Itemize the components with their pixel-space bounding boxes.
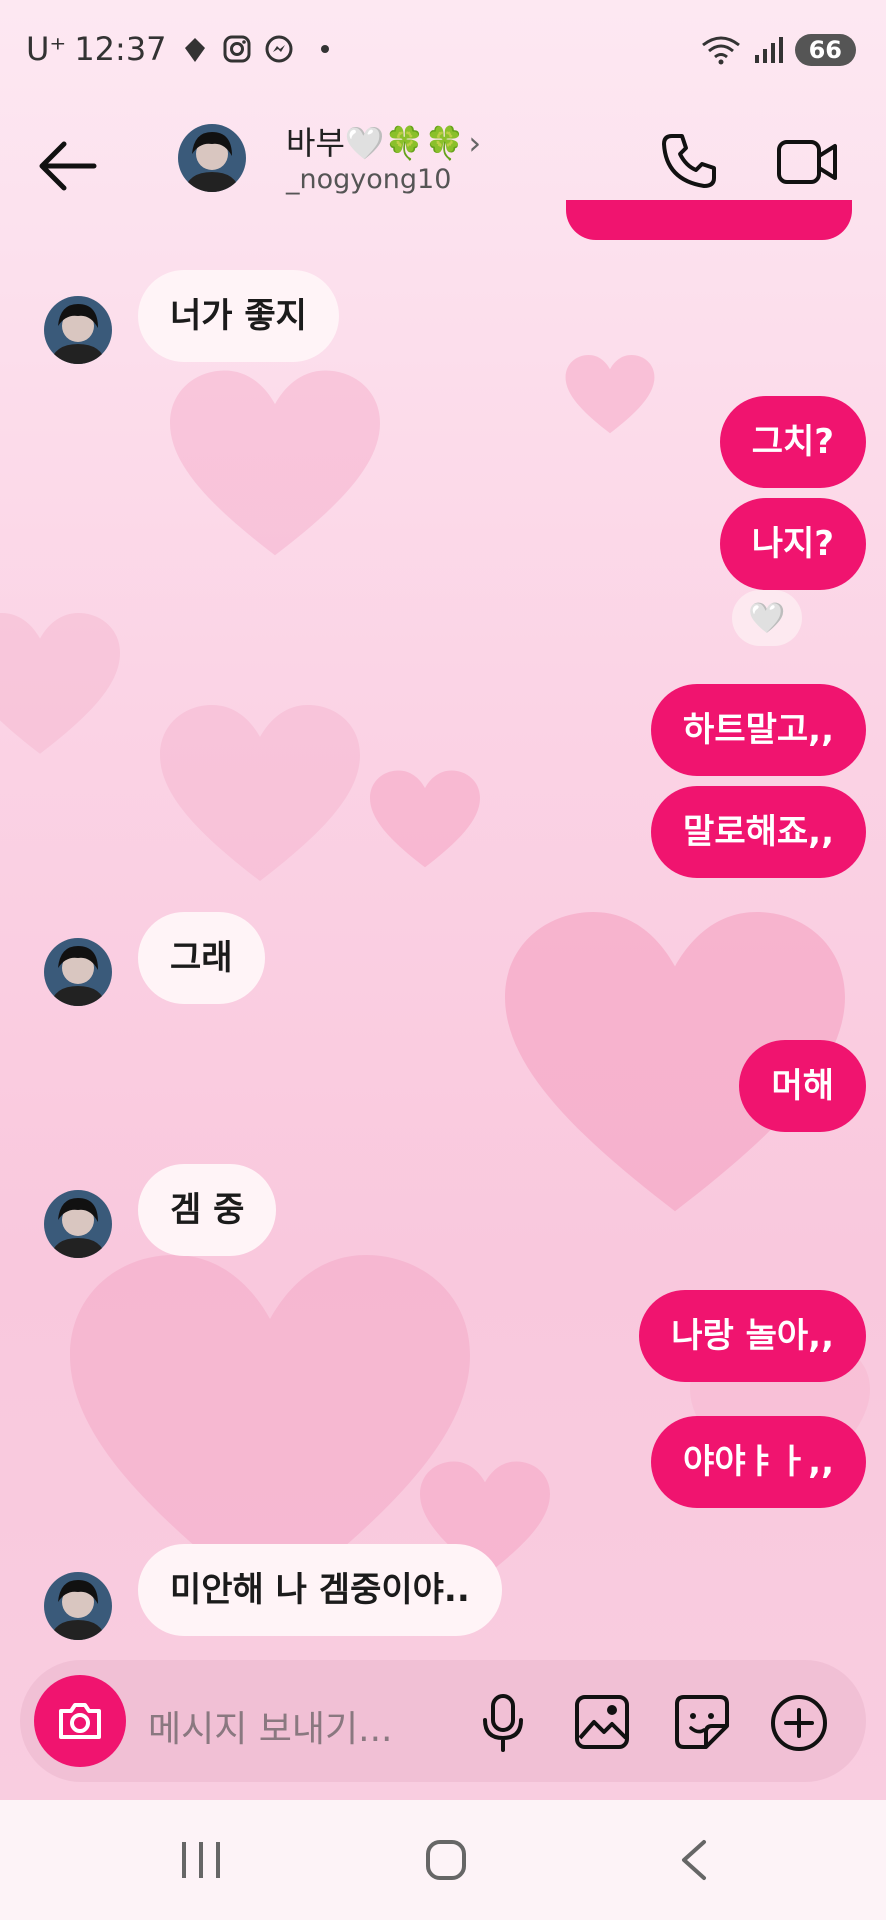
home-icon[interactable] <box>424 1838 468 1882</box>
message-bubble-outgoing[interactable]: 나랑 놀아,, <box>639 1290 866 1382</box>
camera-button[interactable] <box>34 1675 126 1767</box>
sender-avatar[interactable] <box>44 296 112 364</box>
plus-circle-icon[interactable] <box>770 1694 828 1752</box>
carrier-label: U⁺ <box>26 30 67 68</box>
white-heart-icon: 🤍 <box>748 600 786 636</box>
back-nav-icon[interactable] <box>676 1838 710 1882</box>
background-heart <box>0 613 120 754</box>
microphone-icon[interactable] <box>480 1694 526 1752</box>
gallery-icon[interactable] <box>574 1694 630 1750</box>
background-heart <box>565 355 655 434</box>
messenger-icon <box>265 35 293 63</box>
message-bubble-outgoing[interactable]: 나지? <box>719 498 866 590</box>
contact-avatar[interactable] <box>178 124 246 192</box>
status-bar: U⁺ 12:37 66 <box>0 0 886 100</box>
instagram-icon <box>223 35 251 63</box>
phone-icon[interactable] <box>660 132 718 190</box>
contact-username: _nogyong10 <box>286 164 452 195</box>
message-input[interactable]: 메시지 보내기... <box>148 1700 393 1752</box>
message-bubble-incoming[interactable]: 겜 중 <box>138 1164 277 1256</box>
chevron-right-icon: › <box>468 124 482 162</box>
system-navigation-bar <box>0 1800 886 1920</box>
background-heart <box>370 770 480 868</box>
clock: 12:37 <box>74 30 167 68</box>
message-bubble-outgoing[interactable]: 머해 <box>739 1040 866 1132</box>
message-bubble-incoming[interactable]: 미안해 나 겜중이야.. <box>138 1544 502 1636</box>
contact-name-text: 바부🤍🍀🍀 <box>286 124 465 162</box>
recent-apps-icon[interactable] <box>178 1838 224 1882</box>
message-bubble-outgoing[interactable]: 하트말고,, <box>651 684 866 776</box>
chat-header: 바부🤍🍀🍀 › _nogyong10 <box>0 110 886 220</box>
sender-avatar[interactable] <box>44 938 112 1006</box>
message-bubble-outgoing[interactable]: 야야ㅑㅏ,, <box>651 1416 866 1508</box>
contact-name[interactable]: 바부🤍🍀🍀 › <box>286 118 481 164</box>
sender-avatar[interactable] <box>44 1572 112 1640</box>
video-icon[interactable] <box>776 136 838 188</box>
wifi-icon <box>701 36 740 65</box>
message-composer: 메시지 보내기... <box>20 1660 866 1782</box>
notification-app-icon <box>184 38 205 62</box>
battery-level: 66 <box>794 34 856 66</box>
signal-icon <box>754 37 783 63</box>
heart-reaction[interactable]: 🤍 <box>732 590 802 646</box>
message-bubble-outgoing[interactable]: 그치? <box>719 396 866 488</box>
more-notifications-dot <box>320 45 329 53</box>
background-heart <box>170 370 380 556</box>
chat-background <box>0 0 886 1800</box>
sticker-icon[interactable] <box>674 1694 730 1750</box>
back-arrow-icon[interactable] <box>36 136 100 196</box>
sender-avatar[interactable] <box>44 1190 112 1258</box>
background-heart <box>160 705 360 881</box>
camera-icon <box>59 1703 101 1739</box>
message-bubble-incoming[interactable]: 그래 <box>138 912 265 1004</box>
message-bubble-incoming[interactable]: 너가 좋지 <box>138 270 339 362</box>
message-bubble-outgoing[interactable]: 말로해죠,, <box>651 786 866 878</box>
